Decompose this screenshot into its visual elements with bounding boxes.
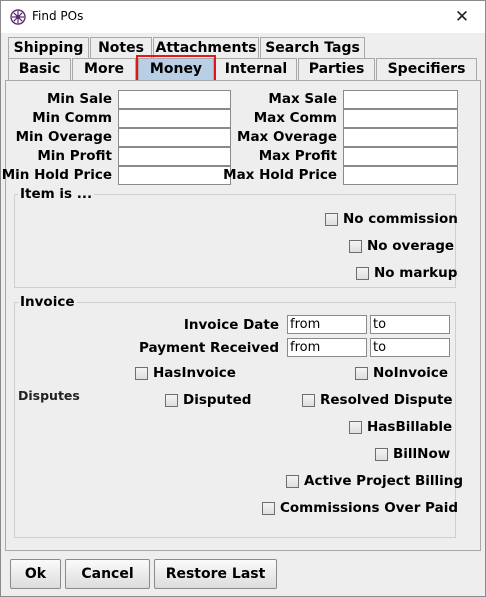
flower-icon — [10, 9, 26, 25]
no-commission-label: No commission — [343, 211, 458, 227]
min-profit-field[interactable] — [118, 147, 231, 166]
close-icon: ✕ — [454, 7, 470, 27]
checkbox-box — [356, 266, 369, 280]
no-invoice-label: NoInvoice — [373, 365, 449, 381]
bill-now-checkbox[interactable]: BillNow — [375, 446, 450, 462]
checkbox-box — [349, 239, 362, 253]
checkbox-box — [165, 393, 178, 407]
max-overage-field[interactable] — [343, 128, 458, 147]
max-hold-price-field[interactable] — [343, 166, 458, 185]
ok-button[interactable]: Ok — [10, 559, 61, 589]
checkbox-box — [355, 366, 368, 380]
active-project-billing-checkbox[interactable]: Active Project Billing — [286, 473, 463, 489]
disputes-label: Disputes — [18, 388, 80, 403]
active-project-billing-label: Active Project Billing — [304, 473, 464, 489]
max-comm-field[interactable] — [343, 109, 458, 128]
max-hold-price-label: Max Hold Price — [223, 167, 337, 183]
has-invoice-checkbox[interactable]: HasInvoice — [135, 365, 236, 381]
disputed-checkbox[interactable]: Disputed — [165, 392, 251, 408]
has-billable-checkbox[interactable]: HasBillable — [349, 419, 452, 435]
resolved-dispute-checkbox[interactable]: Resolved Dispute — [302, 392, 453, 408]
max-sale-label: Max Sale — [268, 91, 337, 107]
checkbox-box — [325, 212, 338, 226]
no-markup-label: No markup — [374, 265, 458, 281]
checkbox-box — [286, 474, 299, 488]
checkbox-box — [135, 366, 148, 380]
tab-search-tags[interactable]: Search Tags — [260, 37, 365, 59]
item-is-title: Item is ... — [18, 186, 95, 202]
title-bar: Find POs ✕ — [1, 1, 485, 33]
resolved-dispute-label: Resolved Dispute — [320, 392, 453, 408]
min-comm-label: Min Comm — [32, 110, 112, 126]
disputed-label: Disputed — [183, 392, 252, 408]
tab-internal[interactable]: Internal — [215, 58, 297, 80]
close-button[interactable]: ✕ — [439, 1, 485, 33]
checkbox-box — [349, 420, 362, 434]
payment-received-label: Payment Received — [139, 340, 279, 356]
min-overage-label: Min Overage — [15, 129, 112, 145]
min-overage-field[interactable] — [118, 128, 231, 147]
invoice-date-label: Invoice Date — [183, 317, 279, 333]
window-title: Find POs — [32, 9, 84, 23]
tab-shipping[interactable]: Shipping — [8, 37, 89, 59]
checkbox-box — [302, 393, 315, 407]
commissions-over-paid-checkbox[interactable]: Commissions Over Paid — [262, 500, 458, 516]
tab-specifiers[interactable]: Specifiers — [376, 58, 477, 80]
max-profit-field[interactable] — [343, 147, 458, 166]
invoice-title: Invoice — [18, 294, 77, 310]
find-pos-window: Find POs ✕ Shipping Notes Attachments Se… — [0, 0, 486, 597]
min-comm-field[interactable] — [118, 109, 231, 128]
tab-basic[interactable]: Basic — [8, 58, 71, 80]
tab-parties[interactable]: Parties — [298, 58, 375, 80]
min-sale-label: Min Sale — [47, 91, 112, 107]
selected-tab-highlight — [136, 55, 216, 83]
max-overage-label: Max Overage — [237, 129, 337, 145]
no-commission-checkbox[interactable]: No commission — [325, 211, 458, 227]
min-profit-label: Min Profit — [37, 148, 112, 164]
no-markup-checkbox[interactable]: No markup — [356, 265, 457, 281]
no-invoice-checkbox[interactable]: NoInvoice — [355, 365, 448, 381]
max-comm-label: Max Comm — [253, 110, 337, 126]
payment-received-from-field[interactable]: from — [287, 338, 367, 357]
has-invoice-label: HasInvoice — [153, 365, 236, 381]
invoice-date-to-field[interactable]: to — [370, 315, 450, 334]
restore-last-button[interactable]: Restore Last — [154, 559, 277, 589]
commissions-over-paid-label: Commissions Over Paid — [280, 500, 458, 516]
no-overage-checkbox[interactable]: No overage — [349, 238, 454, 254]
max-sale-field[interactable] — [343, 90, 458, 109]
has-billable-label: HasBillable — [367, 419, 453, 435]
invoice-date-from-field[interactable]: from — [287, 315, 367, 334]
no-overage-label: No overage — [367, 238, 455, 254]
min-hold-price-label: Min Hold Price — [1, 167, 112, 183]
min-sale-field[interactable] — [118, 90, 231, 109]
bill-now-label: BillNow — [393, 446, 451, 462]
max-profit-label: Max Profit — [258, 148, 337, 164]
checkbox-box — [262, 501, 275, 515]
checkbox-box — [375, 447, 388, 461]
min-hold-price-field[interactable] — [118, 166, 231, 185]
cancel-button[interactable]: Cancel — [65, 559, 150, 589]
tab-more[interactable]: More — [72, 58, 136, 80]
payment-received-to-field[interactable]: to — [370, 338, 450, 357]
